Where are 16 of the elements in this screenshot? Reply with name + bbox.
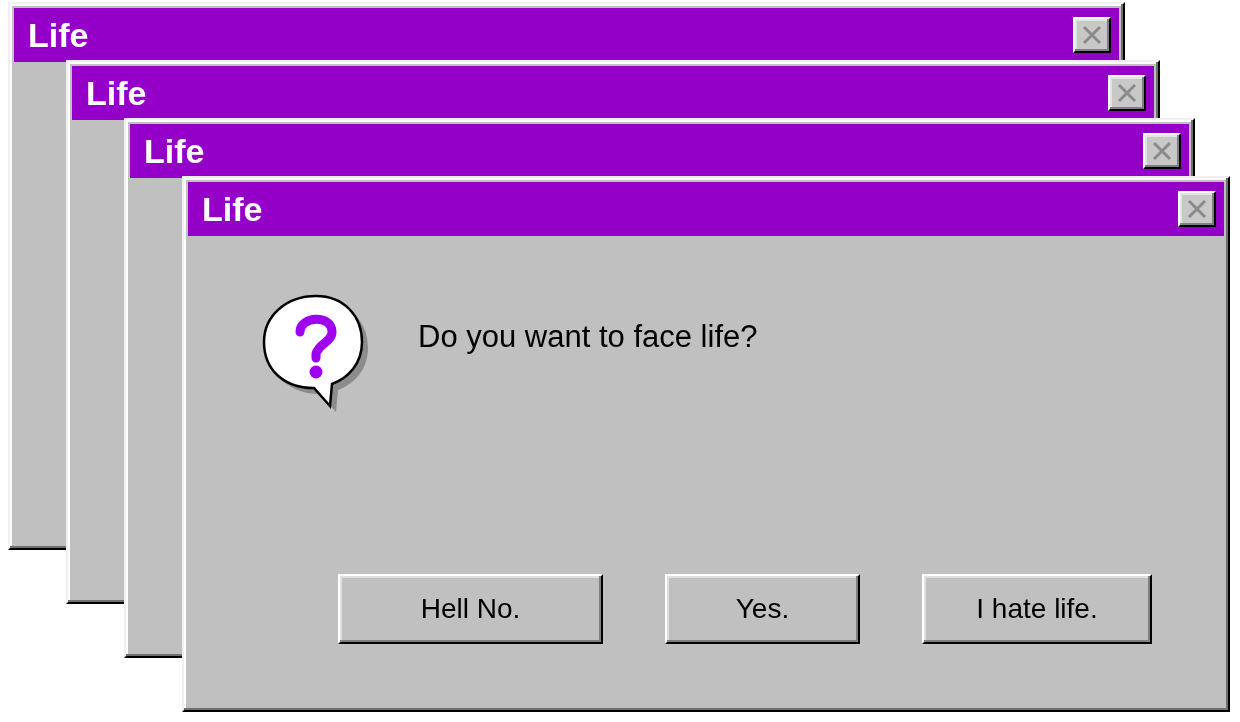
message-text: Do you want to face life? (418, 318, 758, 356)
close-button[interactable] (1073, 17, 1111, 53)
close-icon (1187, 199, 1207, 219)
close-button[interactable] (1178, 191, 1216, 227)
dialog-button[interactable]: Hell No. (338, 574, 603, 644)
close-button[interactable] (1108, 75, 1146, 111)
window-title: Life (86, 73, 147, 113)
close-icon (1117, 83, 1137, 103)
window-title: Life (144, 131, 205, 171)
window-title: Life (202, 189, 263, 229)
window-title: Life (28, 15, 89, 55)
close-icon (1082, 25, 1102, 45)
dialog-button[interactable]: I hate life. (922, 574, 1152, 644)
close-icon (1152, 141, 1172, 161)
close-button[interactable] (1143, 133, 1181, 169)
dialog-button[interactable]: Yes. (665, 574, 860, 644)
